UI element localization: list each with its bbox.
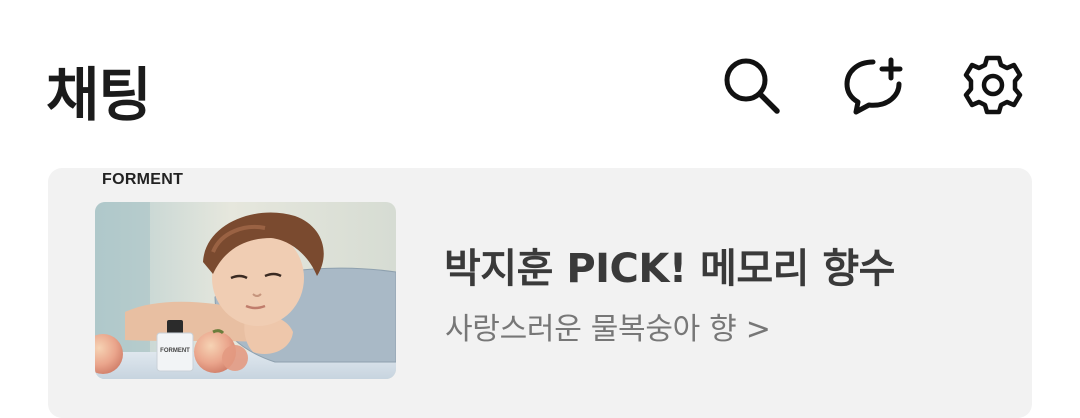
ad-subtitle-link[interactable]: 사랑스러운 물복숭아 향 > bbox=[445, 304, 771, 348]
ad-brand-label: FORMENT bbox=[102, 171, 184, 188]
new-chat-icon bbox=[844, 57, 903, 115]
ad-photo: FORMENT bbox=[95, 202, 396, 379]
bottle-label: FORMENT bbox=[160, 348, 190, 354]
settings-icon bbox=[963, 55, 1023, 115]
ad-thumbnail[interactable]: FORMENT bbox=[95, 202, 396, 379]
ad-banner[interactable]: FORMENT FORMENT 박지훈 PICK! 메모리 향수 사랑스러운 물… bbox=[48, 168, 1032, 418]
page-title: 채팅 bbox=[46, 61, 152, 129]
search-button[interactable] bbox=[718, 52, 784, 118]
ad-headline[interactable]: 박지훈 PICK! 메모리 향수 bbox=[444, 236, 895, 294]
new-chat-button[interactable] bbox=[840, 52, 906, 118]
search-icon bbox=[724, 58, 780, 114]
settings-button[interactable] bbox=[960, 52, 1026, 118]
chat-header: 채팅 bbox=[0, 0, 1080, 160]
